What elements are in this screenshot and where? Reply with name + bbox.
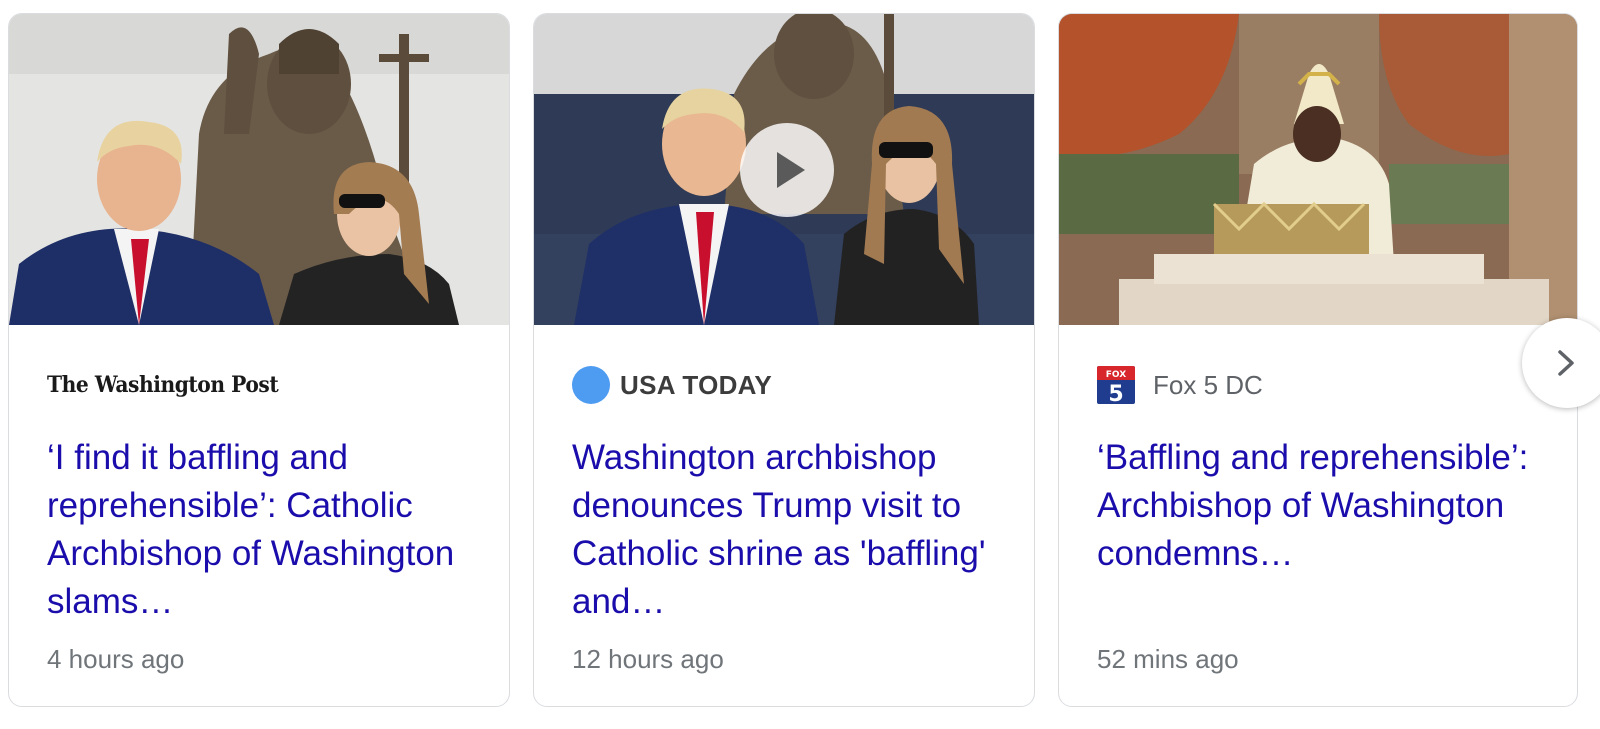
usa-today-logo-icon [572, 366, 610, 404]
news-card-usa-today[interactable]: USA TODAY Washington archbishop denounce… [533, 13, 1035, 707]
news-source: FOX 5 Fox 5 DC [1097, 365, 1263, 405]
fox5-logo-icon: FOX 5 [1097, 366, 1135, 404]
source-name: USA TODAY [620, 369, 772, 400]
news-card-fox5dc[interactable]: FOX 5 Fox 5 DC ‘Baffling and reprehensib… [1058, 13, 1578, 707]
top-stories-carousel: The Washington Post ‘I find it baffling … [0, 0, 1600, 729]
news-timestamp: 52 mins ago [1097, 644, 1239, 674]
news-source: The Washington Post [47, 365, 298, 405]
chevron-right-icon [1558, 350, 1574, 376]
news-headline[interactable]: ‘Baffling and reprehensible’: Archbishop… [1097, 434, 1537, 578]
news-headline[interactable]: ‘I find it baffling and reprehensible’: … [47, 434, 487, 626]
play-icon[interactable] [739, 122, 835, 218]
news-source: USA TODAY [572, 365, 772, 405]
news-thumbnail[interactable] [1059, 14, 1577, 325]
source-logo-washington-post: The Washington Post [47, 372, 279, 398]
news-headline[interactable]: Washington archbishop denounces Trump vi… [572, 434, 1012, 626]
news-thumbnail[interactable] [9, 14, 509, 325]
news-timestamp: 12 hours ago [572, 644, 724, 674]
svg-text:FOX: FOX [1106, 370, 1126, 380]
svg-text:5: 5 [1108, 382, 1123, 404]
source-name: Fox 5 DC [1153, 369, 1263, 400]
news-timestamp: 4 hours ago [47, 644, 185, 674]
news-card-washington-post[interactable]: The Washington Post ‘I find it baffling … [8, 13, 510, 707]
news-thumbnail[interactable] [534, 14, 1034, 325]
